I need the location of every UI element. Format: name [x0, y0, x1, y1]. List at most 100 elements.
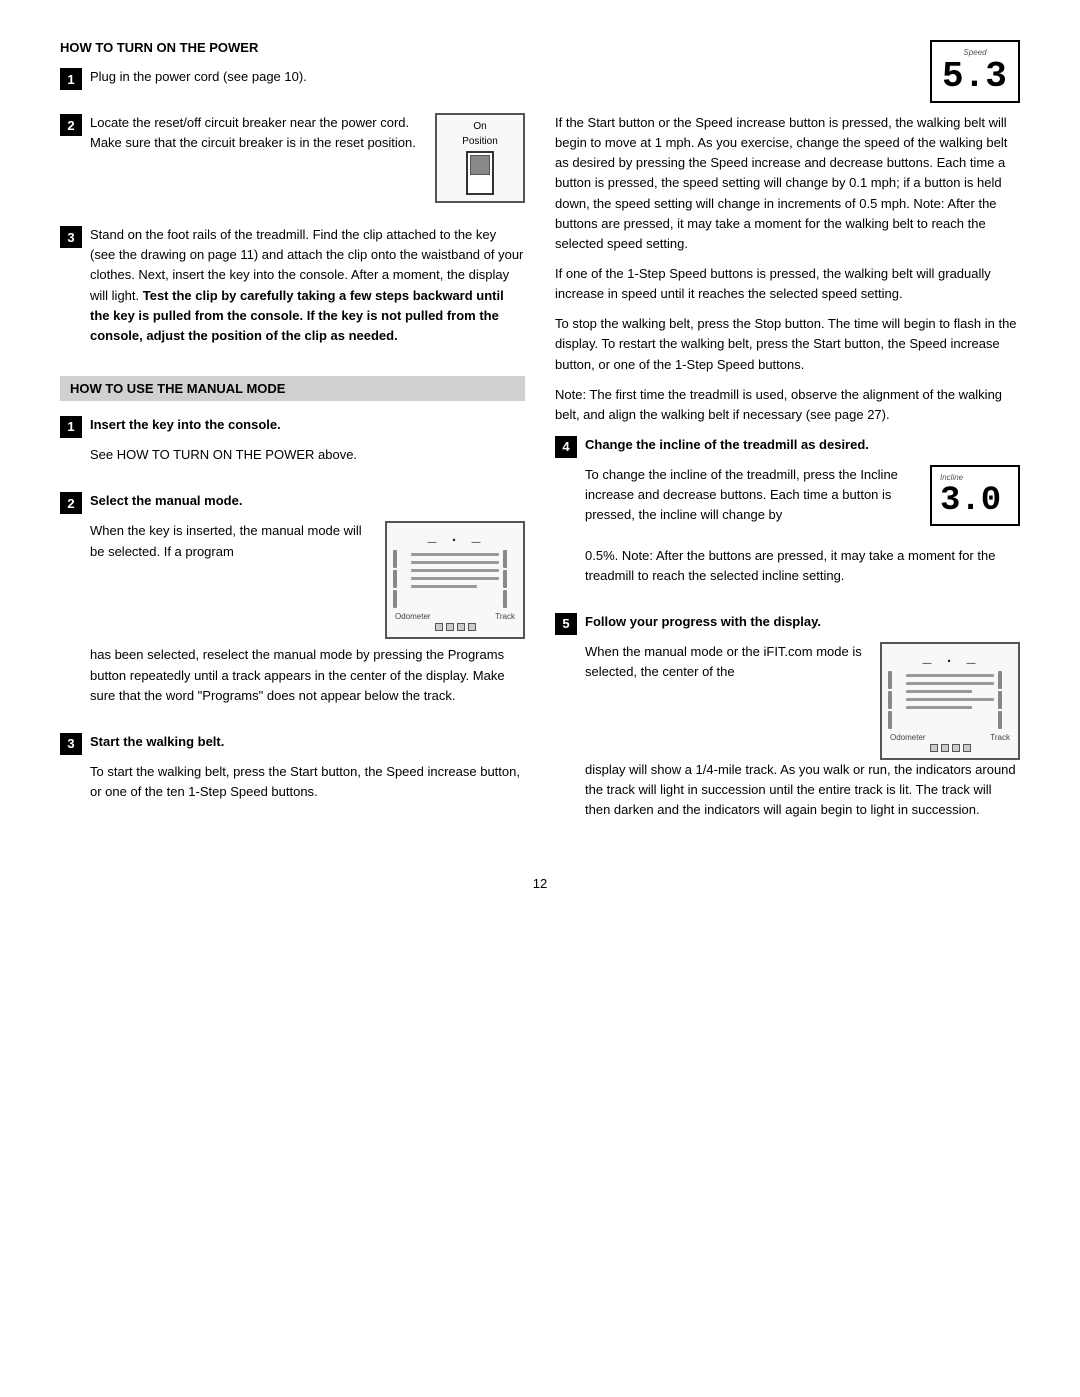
step-1-power: 1 Plug in the power cord (see page 10).: [60, 67, 525, 97]
step-3-power-content: Stand on the foot rails of the treadmill…: [90, 225, 525, 356]
step-4-title: Change the incline of the treadmill as d…: [585, 435, 1020, 455]
left-column: HOW TO TURN ON THE POWER 1 Plug in the p…: [60, 40, 525, 846]
odometer-label-2: Odometer: [890, 733, 926, 742]
step-5-text-before: When the manual mode or the iFIT.com mod…: [585, 642, 868, 682]
page-number: 12: [60, 876, 1020, 891]
step-1-power-content: Plug in the power cord (see page 10).: [90, 67, 525, 97]
step-3-manual: 3 Start the walking belt. To start the w…: [60, 732, 525, 812]
v-line-r21: [998, 671, 1002, 689]
step-1-manual-content: Insert the key into the console. See HOW…: [90, 415, 525, 475]
console-bottom-dots-1: [393, 623, 517, 631]
v-line-2: [393, 570, 397, 588]
h-dash-25: [906, 706, 972, 709]
step-1-power-text: Plug in the power cord (see page 10).: [90, 67, 525, 87]
console-center-dashes-2: [906, 671, 994, 729]
v-line-1: [393, 550, 397, 568]
incline-value: 3.0: [940, 482, 1001, 520]
section-power: HOW TO TURN ON THE POWER 1 Plug in the p…: [60, 40, 525, 356]
track-label-1: Track: [495, 612, 515, 621]
speed-value: 5.3: [942, 56, 1007, 97]
console-label-row-2: Odometer Track: [888, 733, 1012, 742]
dot-24: [963, 744, 971, 752]
step-2-manual-text-before: When the key is inserted, the manual mod…: [90, 521, 375, 561]
speed-display: Speed 5.3: [930, 40, 1020, 103]
follow-step-layout: When the manual mode or the iFIT.com mod…: [585, 642, 1020, 760]
v-line-3: [393, 590, 397, 608]
step-4: 4 Change the incline of the treadmill as…: [555, 435, 1020, 596]
dot-21: [930, 744, 938, 752]
switch-visual: [466, 151, 494, 195]
switch-diagram: On Position: [435, 113, 525, 203]
dot-4: [468, 623, 476, 631]
switch-nub: [470, 155, 490, 175]
step-2-manual-content: Select the manual mode. When the key is …: [90, 491, 525, 716]
v-line-22: [888, 691, 892, 709]
step-5-text-after: display will show a 1/4-mile track. As y…: [585, 760, 1020, 820]
section-manual-heading: HOW TO USE THE MANUAL MODE: [60, 376, 525, 401]
right-para-3: To stop the walking belt, press the Stop…: [555, 314, 1020, 374]
h-dash-4: [411, 577, 499, 580]
step-3-manual-content: Start the walking belt. To start the wal…: [90, 732, 525, 812]
switch-position-label: Position: [447, 136, 513, 147]
odometer-label-1: Odometer: [395, 612, 431, 621]
switch-on-label: On: [447, 121, 513, 132]
incline-step-layout: To change the incline of the treadmill, …: [585, 465, 1020, 535]
console-center-dashes: [411, 550, 499, 608]
h-dash-1: [411, 553, 499, 556]
track-label-2: Track: [990, 733, 1010, 742]
v-line-r23: [998, 711, 1002, 729]
dot-1: [435, 623, 443, 631]
h-dash-23: [906, 690, 972, 693]
step-3-manual-number: 3: [60, 733, 82, 755]
incline-display: Incline 3.0: [930, 465, 1020, 526]
dot-22: [941, 744, 949, 752]
section-power-heading: HOW TO TURN ON THE POWER: [60, 40, 525, 55]
console-left-bars-2: [888, 671, 902, 729]
h-dash-22: [906, 682, 994, 685]
h-dash-24: [906, 698, 994, 701]
right-column: Speed 5.3 If the Start button or the Spe…: [555, 40, 1020, 846]
right-para-1: If the Start button or the Speed increas…: [555, 113, 1020, 254]
console-mid-section: [393, 550, 517, 608]
console-left-bars: [393, 550, 407, 608]
h-dash-5: [411, 585, 477, 588]
right-para-2: If one of the 1-Step Speed buttons is pr…: [555, 264, 1020, 304]
step-5-number: 5: [555, 613, 577, 635]
step-5: 5 Follow your progress with the display.…: [555, 612, 1020, 831]
v-line-r1: [503, 550, 507, 568]
console-label-row-1: Odometer Track: [393, 612, 517, 621]
dot-3: [457, 623, 465, 631]
dot-23: [952, 744, 960, 752]
step-2-manual: 2 Select the manual mode. When the key i…: [60, 491, 525, 716]
console-right-bars: [503, 550, 517, 608]
step-3-power-text: Stand on the foot rails of the treadmill…: [90, 225, 525, 346]
console-bottom-dots-2: [888, 744, 1012, 752]
step-2-manual-text-after: has been selected, reselect the manual m…: [90, 645, 525, 705]
console-diagram-1: _ . _: [385, 521, 525, 639]
step-4-number: 4: [555, 436, 577, 458]
console-seg-display-top: _ . _: [393, 529, 517, 546]
console-diagram-2: _ . _: [880, 642, 1020, 760]
step-3-power-number: 3: [60, 226, 82, 248]
console-mid-section-2: [888, 671, 1012, 729]
h-dash-3: [411, 569, 499, 572]
step-2-manual-title: Select the manual mode.: [90, 491, 525, 511]
step-1-manual-title: Insert the key into the console.: [90, 415, 525, 435]
right-para-4: Note: The first time the treadmill is us…: [555, 385, 1020, 425]
dot-2: [446, 623, 454, 631]
h-dash-21: [906, 674, 994, 677]
v-line-r22: [998, 691, 1002, 709]
step-2-power-number: 2: [60, 114, 82, 136]
v-line-r2: [503, 570, 507, 588]
v-line-21: [888, 671, 892, 689]
v-line-r3: [503, 590, 507, 608]
step-3-power: 3 Stand on the foot rails of the treadmi…: [60, 225, 525, 356]
incline-label: Incline: [940, 473, 1010, 482]
step-2-power-text: Locate the reset/off circuit breaker nea…: [90, 113, 423, 153]
step-3-manual-text: To start the walking belt, press the Sta…: [90, 762, 525, 802]
step-1-manual-text: See HOW TO TURN ON THE POWER above.: [90, 445, 525, 465]
console-seg-display-top-2: _ . _: [888, 650, 1012, 667]
step-5-title: Follow your progress with the display.: [585, 612, 1020, 632]
step-1-manual: 1 Insert the key into the console. See H…: [60, 415, 525, 475]
v-line-23: [888, 711, 892, 729]
